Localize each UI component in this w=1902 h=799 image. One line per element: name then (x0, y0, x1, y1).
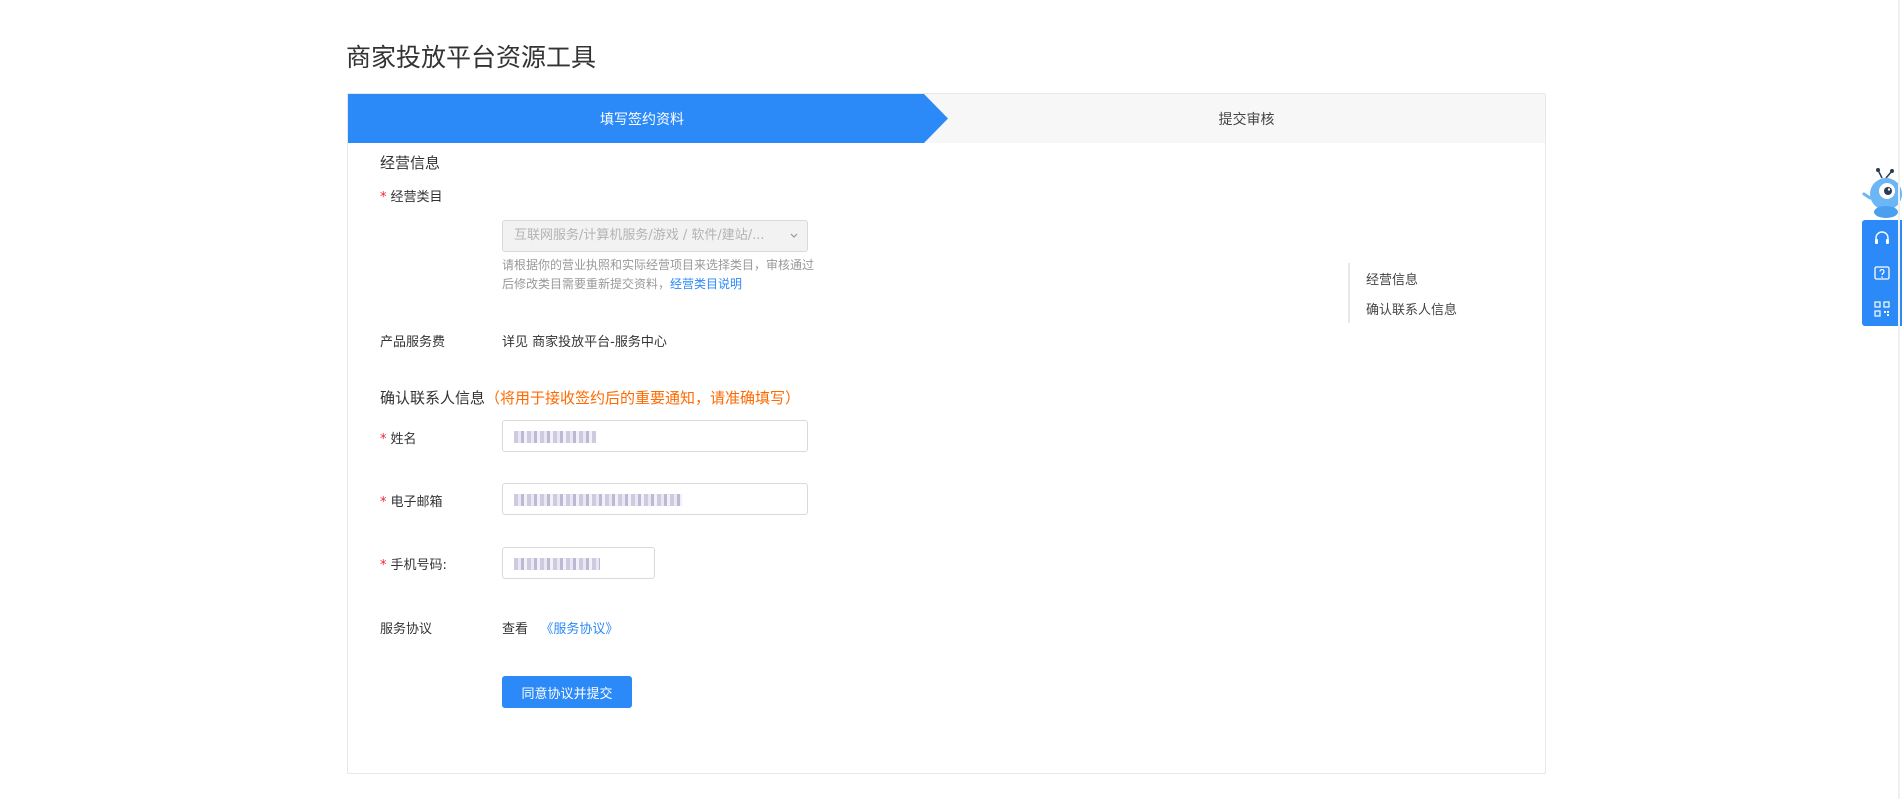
name-label: * 姓名 (380, 428, 417, 447)
qrcode-icon (1874, 301, 1890, 317)
contact-section-note: （将用于接收签约后的重要通知，请准确填写） (485, 389, 801, 407)
contact-section-title: 确认联系人信息（将用于接收签约后的重要通知，请准确填写） (380, 387, 800, 408)
required-mark: * (380, 495, 387, 510)
service-agreement-link[interactable]: 《服务协议》 (540, 622, 618, 637)
phone-label-text: 手机号码: (390, 558, 447, 573)
category-select[interactable]: 互联网服务/计算机服务/游戏 / 软件/建站/... (502, 220, 808, 252)
form-card: 填写签约资料 提交审核 经营信息 * 经营类目 互联网服务/计算机服务/游戏 / … (347, 93, 1546, 774)
redacted-value (514, 557, 600, 570)
category-select-value: 互联网服务/计算机服务/游戏 / 软件/建站/... (514, 228, 765, 243)
email-input[interactable] (502, 483, 808, 515)
category-hint-text: 请根据你的营业执照和实际经营项目来选择类目，审核通过后修改类目需要重新提交资料， (502, 258, 815, 291)
required-mark: * (380, 558, 387, 573)
agreement-row: 查看 《服务协议》 (502, 618, 618, 637)
phone-input[interactable] (502, 547, 655, 579)
redacted-value (514, 493, 682, 506)
email-label: * 电子邮箱 (380, 491, 443, 510)
mascot-icon (1862, 168, 1902, 218)
step-fill-info-label: 填写签约资料 (600, 111, 684, 128)
anchor-item-contact[interactable]: 确认联系人信息 (1366, 299, 1457, 318)
category-hint: 请根据你的营业执照和实际经营项目来选择类目，审核通过后修改类目需要重新提交资料，… (502, 256, 822, 294)
fee-value: 详见 商家投放平台-服务中心 (502, 335, 667, 350)
contact-section-title-text: 确认联系人信息 (380, 389, 486, 407)
page: 商家投放平台资源工具 填写签约资料 提交审核 经营信息 * 经营类目 互联网服务/… (0, 0, 1902, 799)
qrcode-button[interactable] (1862, 292, 1902, 326)
agree-submit-button[interactable]: 同意协议并提交 (502, 676, 632, 708)
side-toolbar (1862, 220, 1902, 326)
scrollbar-track[interactable] (1898, 0, 1900, 799)
step-fill-info: 填写签约资料 (348, 94, 948, 143)
step-submit-review-label: 提交审核 (1218, 111, 1275, 128)
name-label-text: 姓名 (390, 432, 417, 447)
agreement-view-text: 查看 (502, 622, 529, 637)
steps-bar: 填写签约资料 提交审核 (348, 94, 1545, 143)
category-label-text: 经营类目 (390, 190, 443, 205)
step-submit-review: 提交审核 (948, 94, 1545, 143)
redacted-value (514, 430, 596, 443)
required-mark: * (380, 190, 387, 205)
category-label: * 经营类目 (380, 186, 443, 205)
business-section-title: 经营信息 (380, 154, 441, 172)
anchor-nav: 经营信息 确认联系人信息 (1348, 263, 1500, 323)
page-title: 商家投放平台资源工具 (346, 43, 597, 72)
help-button[interactable] (1862, 257, 1902, 291)
name-input[interactable] (502, 420, 808, 452)
headset-icon (1875, 231, 1889, 244)
email-label-text: 电子邮箱 (390, 495, 443, 510)
customer-service-button[interactable] (1862, 222, 1902, 256)
fee-label: 产品服务费 (380, 335, 446, 350)
help-icon (1874, 266, 1890, 280)
required-mark: * (380, 432, 387, 447)
anchor-item-business[interactable]: 经营信息 (1366, 269, 1418, 288)
category-help-link[interactable]: 经营类目说明 (670, 277, 742, 291)
agreement-label: 服务协议 (380, 622, 433, 637)
phone-label: * 手机号码: (380, 554, 447, 573)
